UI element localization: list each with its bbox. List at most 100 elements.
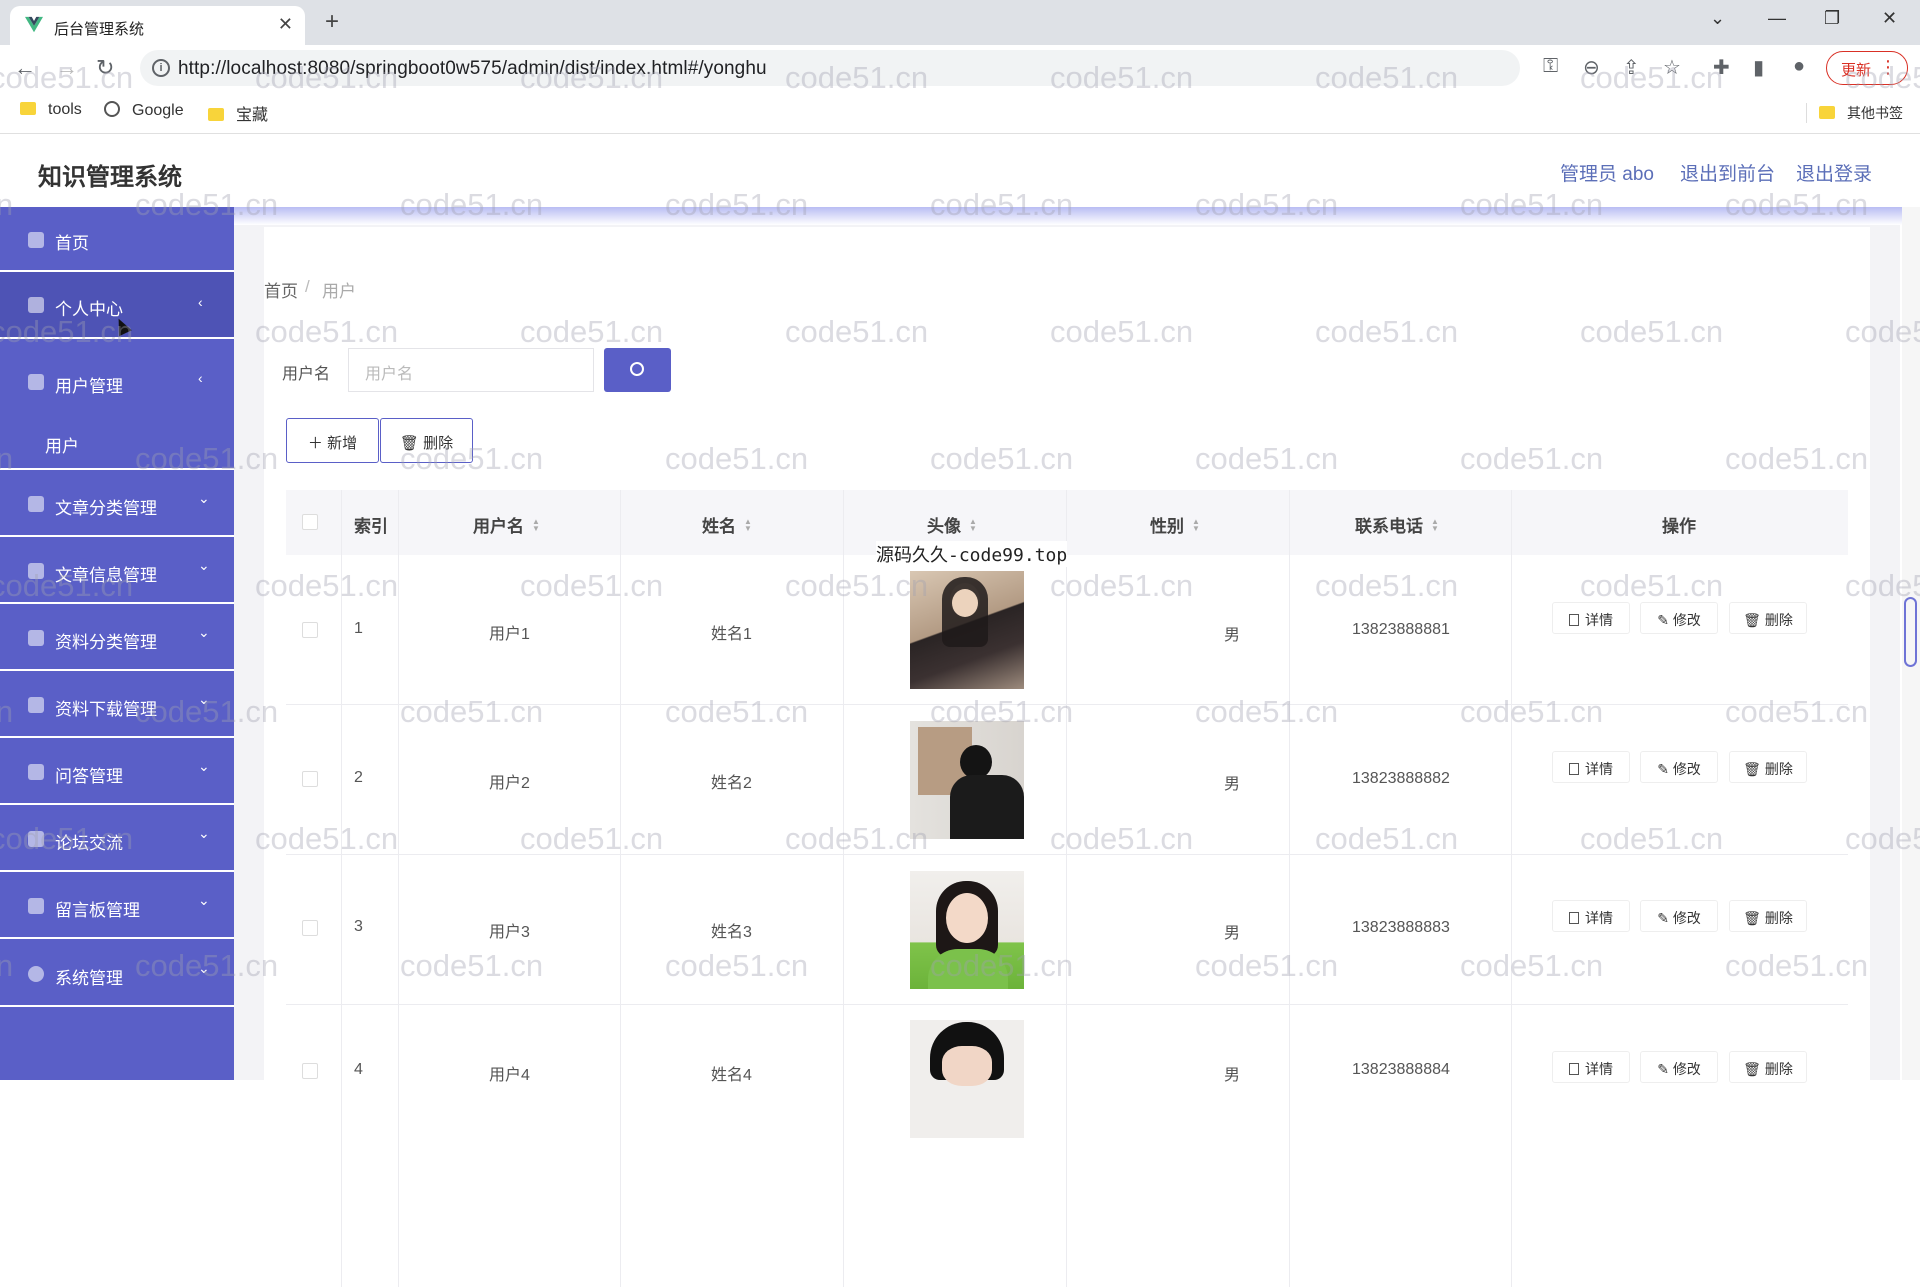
document-icon: [1569, 1063, 1579, 1075]
bookmark-label: Google: [132, 102, 184, 119]
col-index: 索引: [354, 517, 388, 536]
bookmark-star-icon[interactable]: ☆: [1663, 55, 1681, 80]
zoom-icon[interactable]: ⊖: [1583, 55, 1600, 80]
edit-label: 修改: [1672, 612, 1701, 628]
browser-tabstrip: 后台管理系统 ✕ + ⌄ — ❐ ✕: [0, 0, 1920, 45]
scrollbar-thumb[interactable]: [1904, 597, 1917, 667]
avatar[interactable]: [910, 721, 1024, 839]
extensions-icon[interactable]: ✚: [1713, 55, 1730, 80]
detail-button[interactable]: 详情: [1552, 751, 1630, 783]
header-shadow: [0, 207, 1920, 225]
col-name[interactable]: 姓名 ▲ ▼: [702, 512, 752, 537]
update-button[interactable]: 更新 ⋮: [1826, 51, 1908, 85]
detail-label: 详情: [1585, 612, 1613, 628]
tab-search-icon[interactable]: ⌄: [1710, 8, 1725, 29]
edit-label: 修改: [1672, 761, 1701, 777]
select-all-checkbox[interactable]: [302, 514, 318, 530]
bookmark-tools[interactable]: tools: [20, 101, 82, 119]
edit-button[interactable]: ✎ 修改: [1640, 900, 1718, 932]
row-checkbox[interactable]: [302, 920, 318, 936]
address-bar[interactable]: i http://localhost:8080/springboot0w575/…: [140, 50, 1520, 86]
window-close-icon[interactable]: ✕: [1882, 8, 1897, 29]
col-phone[interactable]: 联系电话 ▲ ▼: [1355, 512, 1439, 537]
sidebar-subitem-user[interactable]: 用户: [0, 410, 234, 470]
bookmark-treasure[interactable]: 宝藏: [208, 101, 268, 125]
page-scrollbar[interactable]: [1902, 207, 1920, 1080]
folder-icon: [20, 102, 36, 115]
sidebar-item-system[interactable]: 系统管理 ⌄: [0, 939, 234, 1007]
menu-dots-icon[interactable]: ⋮: [1879, 57, 1897, 78]
sort-icon[interactable]: ▲ ▼: [744, 518, 752, 533]
other-bookmarks[interactable]: 其他书签: [1806, 103, 1903, 123]
delete-label: 删除: [1764, 910, 1793, 926]
cell-index: 3: [354, 918, 363, 935]
col-label: 姓名: [702, 517, 736, 536]
edit-button[interactable]: ✎ 修改: [1640, 751, 1718, 783]
key-icon[interactable]: ⚿: [1543, 55, 1558, 78]
col-label: 性别: [1150, 517, 1184, 536]
bookmark-google[interactable]: Google: [104, 101, 184, 120]
row-delete-button[interactable]: 🗑 删除: [1729, 602, 1807, 634]
trash-icon: 🗑: [399, 435, 424, 452]
row-checkbox[interactable]: [302, 771, 318, 787]
sort-icon[interactable]: ▲ ▼: [969, 518, 977, 533]
row-checkbox[interactable]: [302, 1063, 318, 1079]
avatar[interactable]: [910, 871, 1024, 989]
sort-icon[interactable]: ▲ ▼: [1431, 518, 1439, 533]
sidebar-item-download[interactable]: 资料下载管理 ⌄: [0, 671, 234, 738]
minimize-icon[interactable]: —: [1768, 8, 1786, 29]
detail-button[interactable]: 详情: [1552, 602, 1630, 634]
row-delete-button[interactable]: 🗑 删除: [1729, 900, 1807, 932]
sidebar-item-qa[interactable]: 问答管理 ⌄: [0, 738, 234, 805]
cell-name: 姓名1: [711, 626, 752, 643]
row-delete-button[interactable]: 🗑 删除: [1729, 1051, 1807, 1083]
new-tab-icon[interactable]: +: [325, 8, 339, 36]
share-icon[interactable]: ⇪: [1623, 55, 1640, 80]
row-delete-button[interactable]: 🗑 删除: [1729, 751, 1807, 783]
detail-button[interactable]: 详情: [1552, 900, 1630, 932]
sidepanel-icon[interactable]: ▮: [1753, 55, 1764, 80]
delete-label: 删除: [1764, 612, 1793, 628]
tab-close-icon[interactable]: ✕: [278, 14, 293, 35]
logout-link[interactable]: 退出登录: [1796, 159, 1872, 186]
detail-button[interactable]: 详情: [1552, 1051, 1630, 1083]
browser-tab[interactable]: 后台管理系统 ✕: [10, 6, 305, 45]
forward-icon[interactable]: →: [56, 55, 78, 81]
add-button[interactable]: ＋ 新增: [286, 418, 379, 463]
edit-button[interactable]: ✎ 修改: [1640, 602, 1718, 634]
col-username[interactable]: 用户名 ▲ ▼: [473, 512, 540, 537]
sidebar-item-home[interactable]: 首页: [0, 207, 234, 272]
avatar[interactable]: [910, 571, 1024, 689]
document-icon: [1569, 912, 1579, 924]
edit-button[interactable]: ✎ 修改: [1640, 1051, 1718, 1083]
search-button[interactable]: [604, 348, 671, 392]
sidebar-item-user-mgmt[interactable]: 用户管理 ‹: [0, 350, 234, 410]
browser-toolbar: ← → ↻ i http://localhost:8080/springboot…: [0, 45, 1920, 91]
maximize-icon[interactable]: ❐: [1824, 8, 1840, 29]
row-checkbox[interactable]: [302, 622, 318, 638]
profile-icon[interactable]: ●: [1793, 55, 1805, 78]
reload-icon[interactable]: ↻: [96, 55, 114, 81]
back-icon[interactable]: ←: [14, 55, 36, 81]
sort-icon[interactable]: ▲ ▼: [532, 518, 540, 533]
sidebar-item-forum[interactable]: 论坛交流 ⌄: [0, 805, 234, 872]
delete-button[interactable]: 🗑 删除: [380, 418, 473, 463]
col-gender[interactable]: 性别 ▲ ▼: [1150, 512, 1200, 537]
sidebar-item-material-category[interactable]: 资料分类管理 ⌄: [0, 604, 234, 671]
edit-label: 修改: [1672, 910, 1701, 926]
col-actions: 操作: [1662, 517, 1696, 536]
sidebar-item-article-category[interactable]: 文章分类管理 ⌄: [0, 470, 234, 537]
sidebar-item-article-info[interactable]: 文章信息管理 ⌄: [0, 537, 234, 604]
app-title: 知识管理系统: [38, 164, 182, 191]
username-search-input[interactable]: 用户名: [348, 348, 594, 392]
admin-user-link[interactable]: 管理员 abo: [1560, 159, 1654, 186]
sort-icon[interactable]: ▲ ▼: [1192, 518, 1200, 533]
avatar[interactable]: [910, 1020, 1024, 1138]
col-avatar[interactable]: 头像 ▲ ▼: [927, 512, 977, 537]
back-to-front-link[interactable]: 退出到前台: [1680, 159, 1775, 186]
sidebar-item-messages[interactable]: 留言板管理 ⌄: [0, 872, 234, 939]
chevron-icon: ‹: [198, 370, 203, 386]
location-icon: [28, 966, 44, 982]
breadcrumb-home[interactable]: 首页: [264, 277, 298, 302]
site-info-icon[interactable]: i: [152, 59, 170, 77]
